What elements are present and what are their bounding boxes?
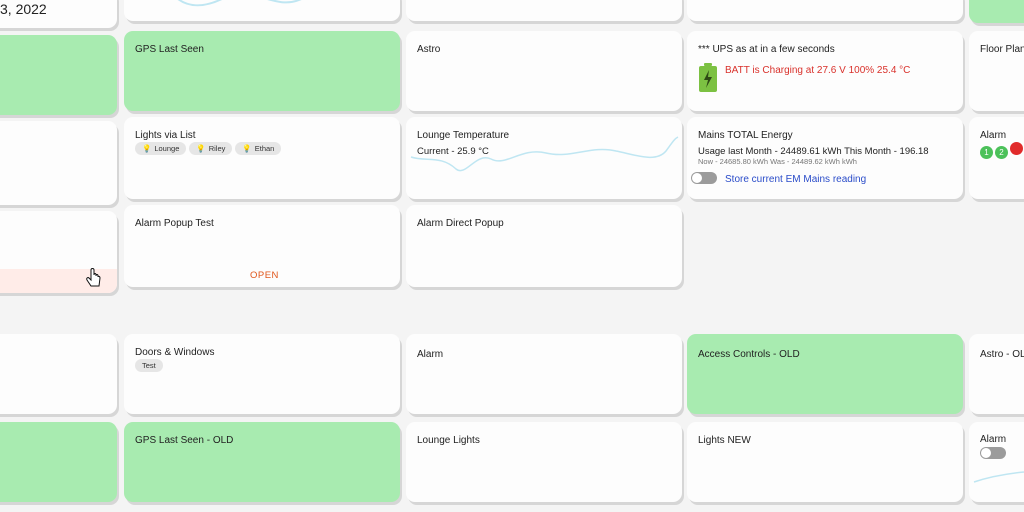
tile-title: GPS Last Seen - OLD: [135, 435, 234, 446]
date-tile: 3, 2022: [0, 0, 117, 28]
tile-title: Floor Plan: [980, 44, 1024, 55]
light-chip-riley[interactable]: 💡 Riley: [189, 142, 233, 155]
tile-left-4[interactable]: [0, 334, 117, 414]
tile-floor-plan[interactable]: Floor Plan: [969, 31, 1024, 111]
bulb-icon: 💡: [196, 144, 206, 153]
tile-top-4[interactable]: [687, 0, 963, 21]
tile-access-controls-old[interactable]: Access Controls - OLD: [687, 334, 963, 414]
tile-title: *** UPS as at in a few seconds: [698, 44, 835, 55]
energy-sub: Now - 24685.80 kWh Was - 24489.62 kWh kW…: [698, 157, 857, 166]
tile-title: Lounge Lights: [417, 435, 480, 446]
tile-title: Lights via List: [135, 130, 196, 141]
energy-usage: Usage last Month - 24489.61 kWh This Mon…: [698, 146, 929, 157]
tile-title: Alarm: [980, 130, 1007, 141]
bulb-icon: 💡: [142, 144, 152, 153]
tile-mains-energy[interactable]: Mains TOTAL Energy Usage last Month - 24…: [687, 117, 963, 199]
tile-title: Access Controls - OLD: [698, 349, 800, 360]
tile-top-3[interactable]: [406, 0, 682, 21]
tile-alarm[interactable]: Alarm: [406, 334, 682, 414]
zone-3-badge[interactable]: [1010, 142, 1023, 155]
tile-left-green[interactable]: [0, 35, 117, 115]
tile-lights-new[interactable]: Lights NEW: [687, 422, 963, 502]
tile-title: Astro - OL: [980, 349, 1024, 360]
tile-title: Astro: [417, 44, 441, 55]
tile-top-2[interactable]: [124, 0, 400, 21]
battery-charging-icon: [699, 63, 717, 92]
zone-1-badge[interactable]: 1: [980, 146, 993, 159]
store-reading-toggle[interactable]: [691, 172, 717, 184]
hand-cursor-icon: [86, 268, 101, 287]
tile-lounge-lights[interactable]: Lounge Lights: [406, 422, 682, 502]
tile-title: Alarm Popup Test: [135, 218, 214, 229]
tile-alarm-popup-test[interactable]: Alarm Popup Test OPEN: [124, 205, 400, 287]
open-button[interactable]: OPEN: [250, 270, 279, 281]
tile-left-2[interactable]: [0, 121, 117, 205]
tile-title: Alarm: [417, 349, 444, 360]
tile-alarm-direct-popup[interactable]: Alarm Direct Popup: [406, 205, 682, 287]
tile-doors-windows[interactable]: Doors & Windows Test: [124, 334, 400, 414]
tile-astro-old[interactable]: Astro - OL: [969, 334, 1024, 414]
tile-gps-last-seen-old[interactable]: GPS Last Seen - OLD: [124, 422, 400, 502]
tile-lounge-temperature[interactable]: Lounge Temperature Current - 25.9 °C: [406, 117, 682, 199]
light-chip-ethan[interactable]: 💡 Ethan: [235, 142, 282, 155]
tile-gps-last-seen[interactable]: GPS Last Seen: [124, 31, 400, 111]
tile-title: Doors & Windows: [135, 347, 215, 358]
tile-alarm-right[interactable]: Alarm 12: [969, 117, 1024, 199]
tile-lights-via-list[interactable]: Lights via List 💡 Lounge 💡 Riley 💡 Ethan: [124, 117, 400, 199]
tile-title: Mains TOTAL Energy: [698, 130, 793, 141]
tile-top-5[interactable]: [969, 0, 1024, 23]
tile-alarm-bottom-right[interactable]: Alarm: [969, 422, 1024, 502]
zone-2-badge[interactable]: 2: [995, 146, 1008, 159]
tile-title: GPS Last Seen: [135, 44, 204, 55]
alarm-graph: [973, 471, 1024, 483]
tile-title: Lights NEW: [698, 435, 751, 446]
store-reading-label[interactable]: Store current EM Mains reading: [725, 174, 866, 185]
ups-status: BATT is Charging at 27.6 V 100% 25.4 °C: [725, 65, 911, 76]
date-text: 3, 2022: [0, 1, 47, 17]
sparkline-graph: [177, 0, 302, 7]
test-chip[interactable]: Test: [135, 359, 163, 372]
bulb-icon: 💡: [242, 144, 252, 153]
tile-astro[interactable]: Astro: [406, 31, 682, 111]
tile-ups[interactable]: *** UPS as at in a few seconds BATT is C…: [687, 31, 963, 111]
tile-left-3[interactable]: [0, 211, 117, 293]
tile-left-5[interactable]: [0, 422, 117, 502]
temperature-graph: [410, 136, 679, 172]
tile-title: Alarm Direct Popup: [417, 218, 504, 229]
light-chip-lounge[interactable]: 💡 Lounge: [135, 142, 187, 155]
